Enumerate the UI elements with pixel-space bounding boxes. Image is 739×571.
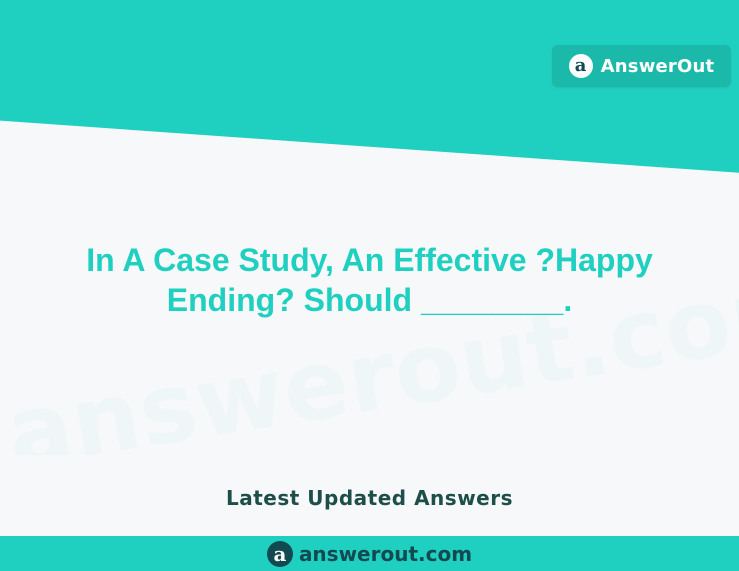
footer-logo-icon: a — [266, 540, 293, 567]
footer-site-name[interactable]: answerout.com — [299, 542, 472, 566]
logo-icon: a — [568, 54, 593, 78]
footer-band[interactable]: a answerout.com — [0, 536, 739, 571]
latest-answers-label: Latest Updated Answers — [226, 486, 513, 510]
brand-badge[interactable]: a AnswerOut — [552, 45, 731, 87]
question-title: In A Case Study, An Effective ?Happy End… — [86, 242, 653, 318]
brand-name: AnswerOut — [600, 55, 715, 77]
top-banner-band — [0, 0, 739, 173]
